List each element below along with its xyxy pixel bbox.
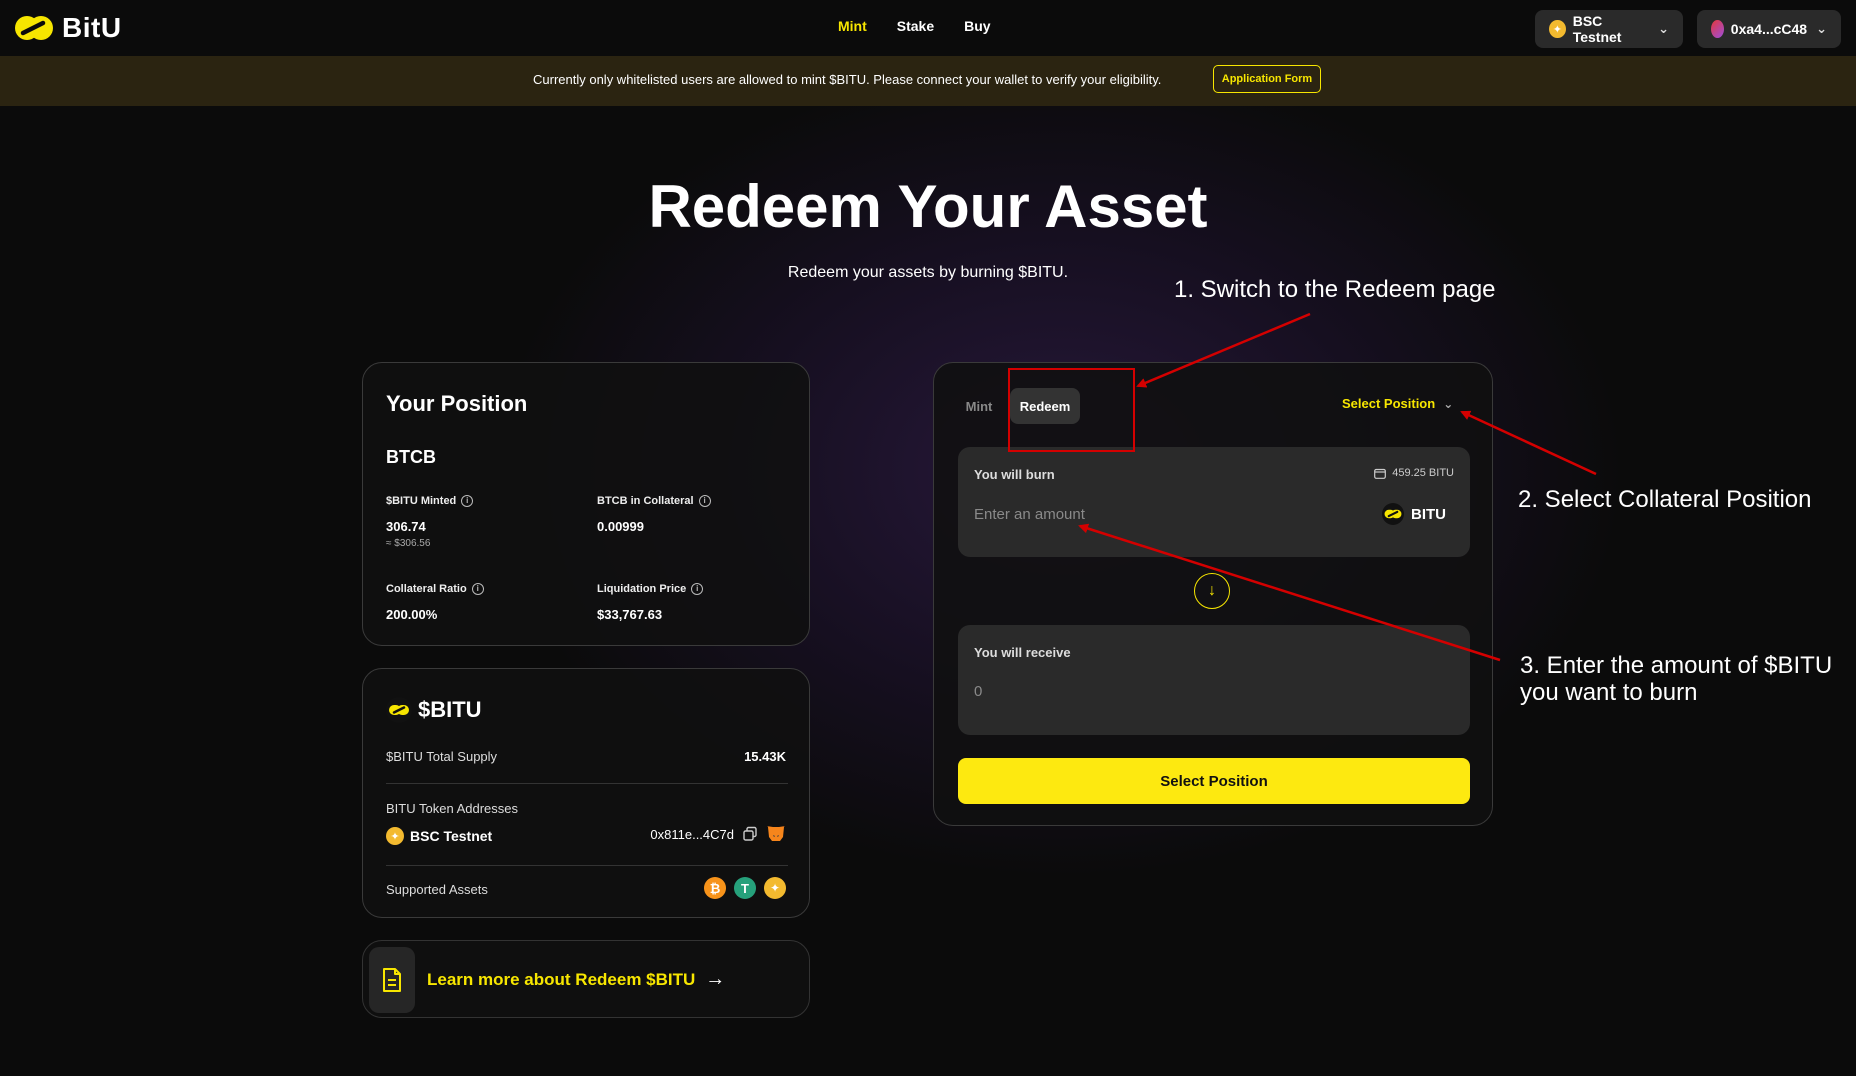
balance-value: 459.25 BITU [1392,467,1454,479]
stat-minted: $BITU Minted i 306.74 ≈ $306.56 [386,495,474,549]
stat-value: $33,767.63 [597,607,663,622]
bitu-logo-icon [15,16,53,40]
position-asset: BTCB [386,447,436,467]
select-position-label: Select Position [1342,396,1436,411]
page-subtitle: Redeem your assets by burning $BITU. [787,264,1069,281]
token-address: 0x811e...4C7d [650,826,734,842]
wallet-avatar [1711,20,1724,38]
learn-more-text: Learn more about Redeem $BITU [427,969,696,989]
receive-value: 0 [974,683,983,700]
divider [386,783,788,784]
info-icon[interactable]: i [691,583,704,595]
info-icon[interactable]: i [471,583,484,595]
document-icon [383,968,401,992]
brand-name: BitU [62,12,122,43]
bnb-icon: ✦ [386,827,404,845]
stat-liquidation: Liquidation Price i $33,767.63 [597,583,704,622]
document-icon-box [369,947,415,1013]
network-selector[interactable]: ✦ BSC Testnet ⌄ [1535,10,1683,48]
top-navbar: BitU Mint Stake Buy ✦ BSC Testnet ⌄ 0xa4… [0,0,1856,56]
select-position-dropdown[interactable]: Select Position ⌄ [1342,396,1453,411]
banner-text: Currently only whitelisted users are all… [533,72,1162,87]
token-card-title: $BITU [418,697,482,722]
annotation-highlight-box [1008,368,1135,452]
annotation-step-2: 2. Select Collateral Position [1518,486,1812,513]
stat-label: Collateral Ratio [386,583,467,595]
token-address-row: 0x811e...4C7d [650,825,786,843]
whitelist-banner: Currently only whitelisted users are all… [0,56,1856,106]
annotation-arrows [1078,312,1597,662]
wallet-address: 0xa4...cC48 [1730,21,1808,37]
bnb-icon: ✦ [764,877,786,899]
balance-display: 459.25 BITU [1374,467,1454,479]
stat-collateral: BTCB in Collateral i 0.00999 [597,495,711,534]
btc-icon: ₿ [704,877,726,899]
bitu-token-icon [1382,503,1404,525]
info-icon[interactable]: i [461,495,474,507]
bitu-token-icon [386,697,412,723]
stat-value: 0.00999 [597,519,644,534]
stat-ratio: Collateral Ratio i 200.00% [386,583,484,622]
supply-label: $BITU Total Supply [386,749,498,764]
annotation-step-3-line1: 3. Enter the amount of $BITU [1520,652,1833,679]
main-nav: Mint Stake Buy [838,18,991,34]
annotation-step-3-line2: you want to burn [1520,679,1698,706]
receive-field: You will receive 0 [958,625,1470,735]
select-position-button[interactable]: Select Position [958,758,1470,804]
usdt-icon: T [734,877,756,899]
app-root: BitU Mint Stake Buy ✦ BSC Testnet ⌄ 0xa4… [0,0,1856,1076]
network-label: BSC Testnet [1572,13,1622,45]
divider [386,865,788,866]
info-icon[interactable]: i [698,495,711,507]
wallet-button[interactable]: 0xa4...cC48 ⌄ [1697,10,1841,48]
supply-value: 15.43K [744,749,786,764]
stat-usd-value: ≈ $306.56 [386,538,431,549]
tab-mint[interactable]: Mint [956,388,1002,424]
address-network-label: BSC Testnet [410,828,493,844]
address-network: ✦ BSC Testnet [386,827,492,845]
burn-amount-input[interactable] [974,499,1294,529]
bnb-icon: ✦ [1549,20,1566,38]
token-card-header: $BITU [386,697,482,723]
token-info-card: $BITU $BITU Total Supply 15.43K BITU Tok… [362,668,810,918]
receive-label: You will receive [974,645,1071,660]
burn-field: You will burn 459.25 BITU BITU [958,447,1470,557]
position-title: Your Position [386,391,528,416]
page-title: Redeem Your Asset [648,173,1208,240]
wallet-icon [1374,468,1387,479]
token-selector[interactable]: BITU [1382,503,1446,525]
nav-stake[interactable]: Stake [897,18,934,34]
stat-value: 306.74 [386,519,426,534]
annotation-step-1: 1. Switch to the Redeem page [1174,276,1496,303]
application-form-button[interactable]: Application Form [1213,65,1321,93]
stat-value: 200.00% [386,607,438,622]
burn-label: You will burn [974,467,1055,482]
nav-buy[interactable]: Buy [964,18,990,34]
token-symbol: BITU [1411,505,1446,523]
annotation-step-3: 3. Enter the amount of $BITU you want to… [1520,652,1832,706]
metamask-icon[interactable] [766,825,786,843]
supported-assets: ₿ T ✦ [704,877,786,899]
addresses-label: BITU Token Addresses [386,801,518,816]
chevron-down-icon: ⌄ [1816,21,1827,36]
stat-label: BTCB in Collateral [597,495,694,507]
stat-label: Liquidation Price [597,583,687,595]
chevron-down-icon: ⌄ [1658,21,1669,36]
stat-label: $BITU Minted [386,495,457,507]
supported-assets-label: Supported Assets [386,882,488,897]
arrow-right-icon: → [705,968,726,990]
learn-more-card[interactable]: Learn more about Redeem $BITU → [362,940,810,1018]
learn-more-link[interactable]: Learn more about Redeem $BITU → [427,968,725,991]
position-card: Your Position BTCB $BITU Minted i 306.74 … [362,362,810,646]
brand-logo[interactable]: BitU [14,12,122,44]
swap-direction-arrow-icon[interactable]: ↓ [1194,573,1230,609]
chevron-down-icon: ⌄ [1443,396,1454,411]
nav-mint[interactable]: Mint [838,18,867,34]
copy-icon[interactable] [742,826,758,842]
